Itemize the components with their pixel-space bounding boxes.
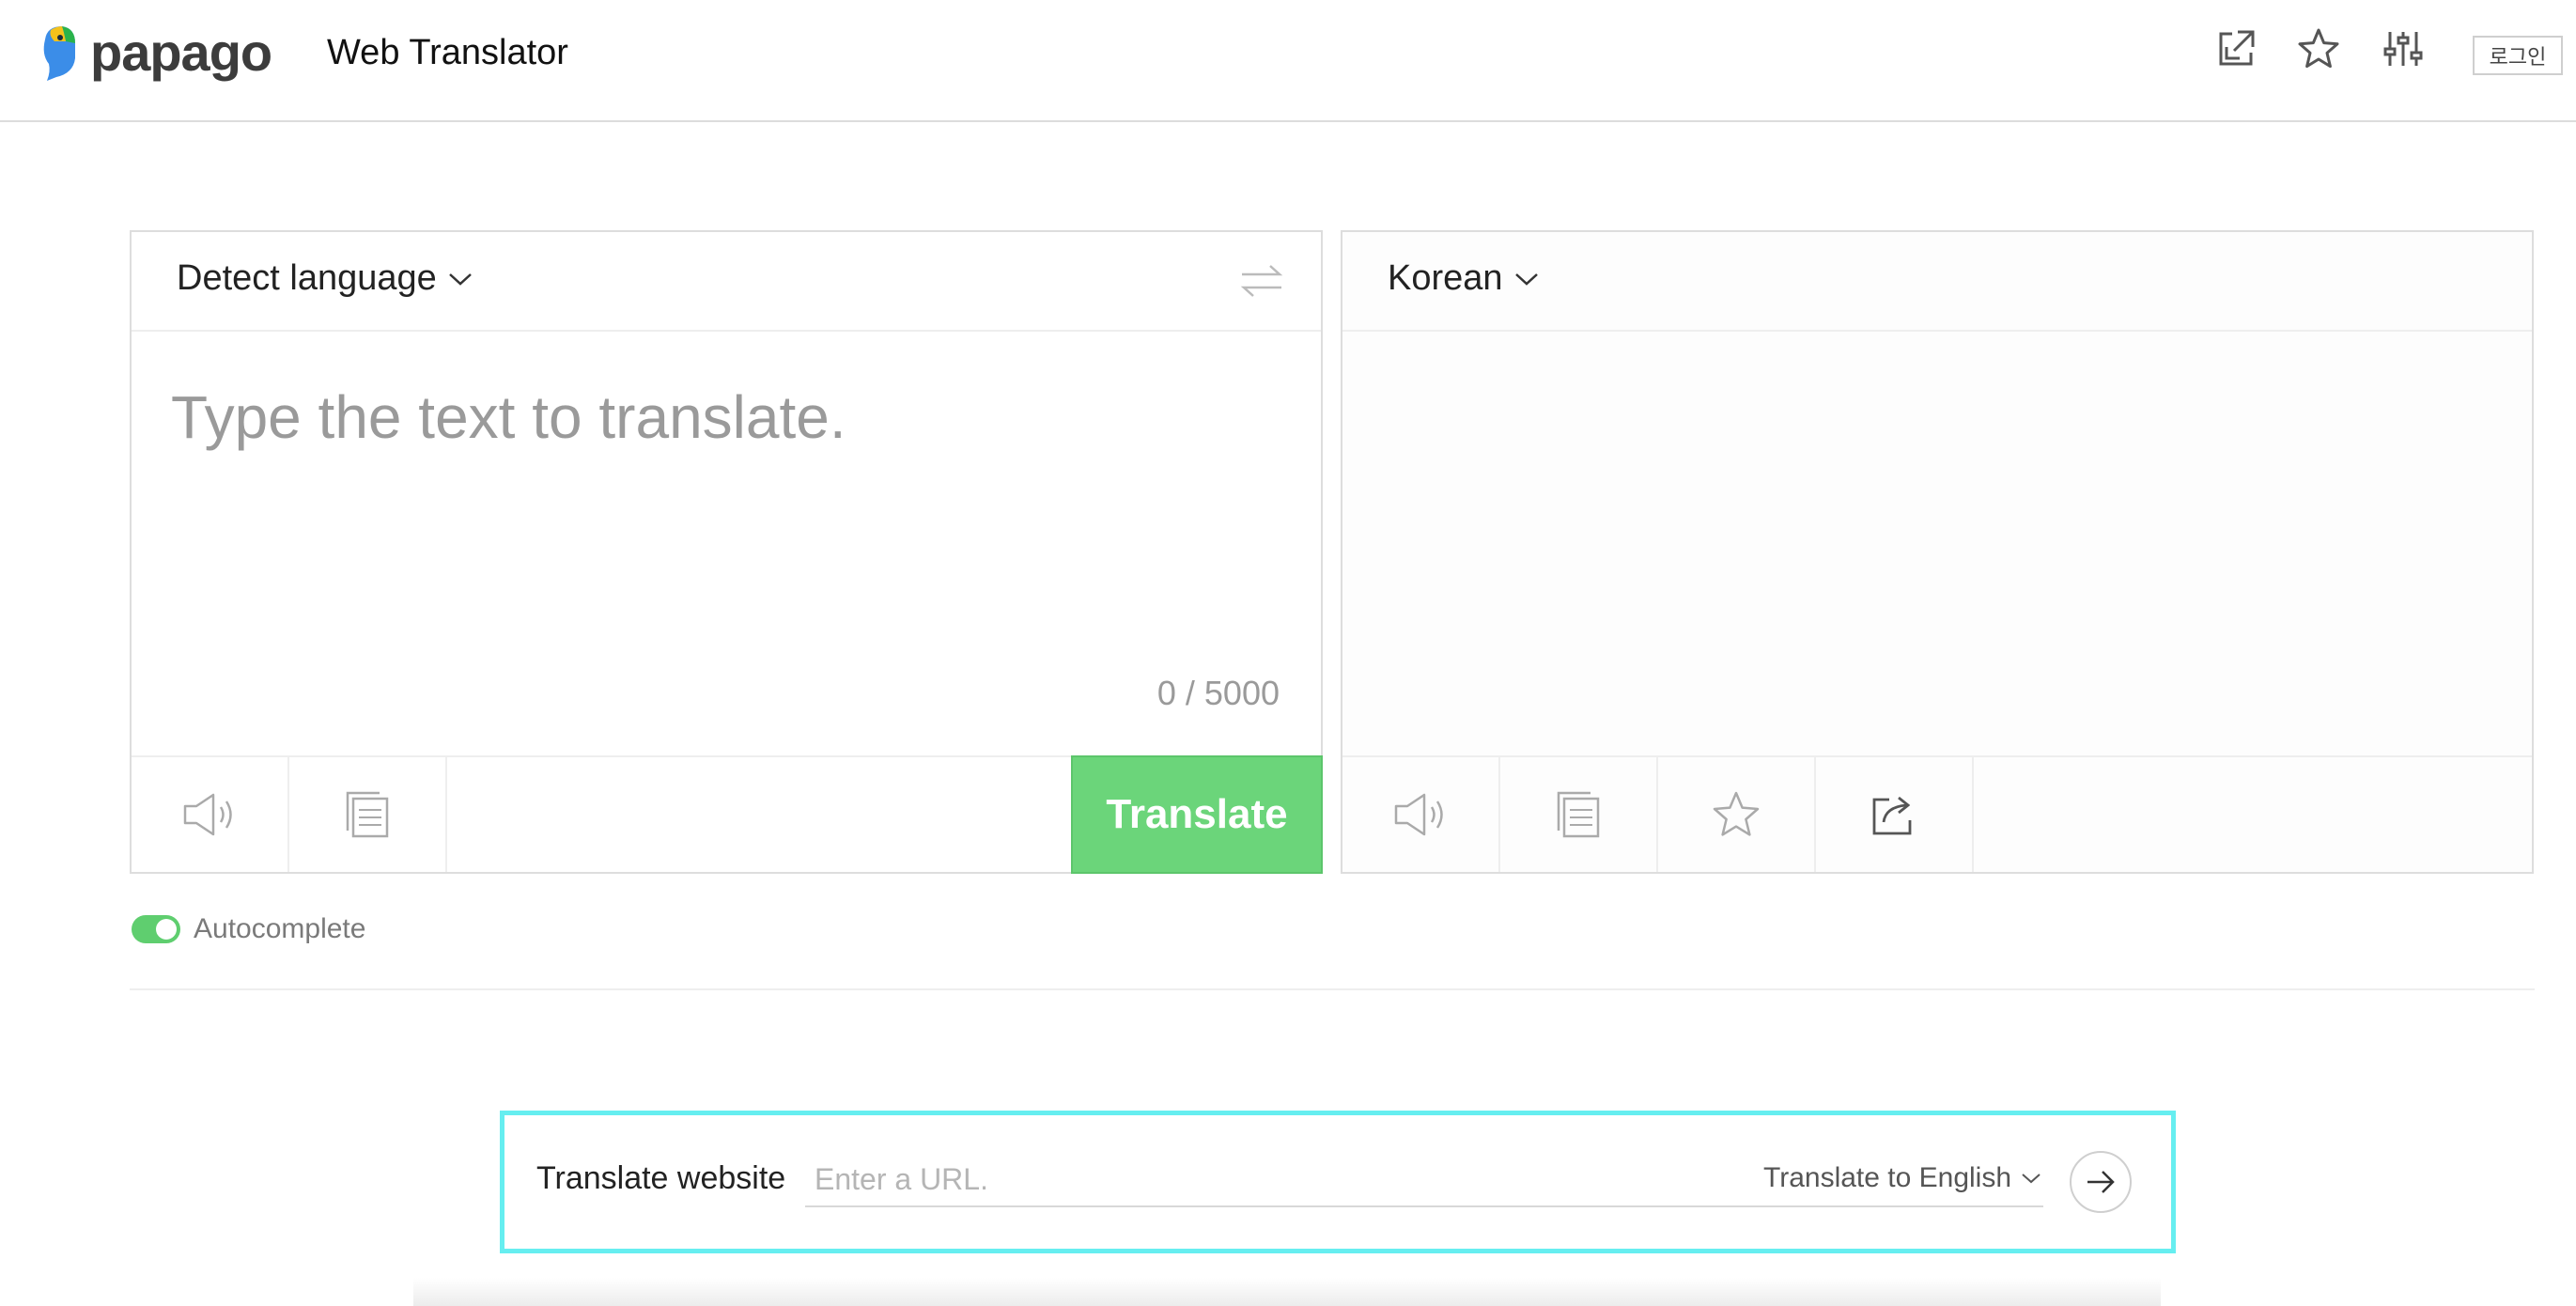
website-translate-box: Translate website Translate to English bbox=[500, 1111, 2176, 1253]
section-divider bbox=[130, 988, 2535, 990]
character-counter: 0 / 5000 bbox=[1156, 674, 1280, 712]
source-language-select[interactable]: Detect language bbox=[177, 258, 473, 299]
external-link-icon[interactable] bbox=[2213, 26, 2258, 71]
source-language-label: Detect language bbox=[177, 258, 437, 298]
source-panel: Detect language Type the text to transla… bbox=[130, 230, 1323, 874]
star-icon bbox=[1713, 791, 1760, 836]
copy-icon bbox=[1557, 791, 1600, 838]
target-listen-button[interactable] bbox=[1342, 757, 1500, 872]
target-panel-footer bbox=[1342, 755, 2532, 872]
bottom-shadow bbox=[413, 1278, 2161, 1306]
autocomplete-setting: Autocomplete bbox=[132, 913, 365, 945]
website-translate-label: Translate website bbox=[536, 1160, 786, 1196]
target-favorite-button[interactable] bbox=[1658, 757, 1816, 872]
chevron-down-icon bbox=[1514, 272, 1538, 286]
logo-text: papago bbox=[90, 22, 272, 82]
share-icon bbox=[1872, 796, 1912, 835]
papago-logo[interactable]: papago bbox=[38, 19, 272, 85]
autocomplete-toggle[interactable] bbox=[132, 915, 180, 943]
website-target-language-select[interactable]: Translate to English bbox=[1763, 1162, 2041, 1194]
source-copy-button[interactable] bbox=[289, 757, 447, 872]
chevron-down-icon bbox=[448, 272, 472, 286]
arrow-right-icon bbox=[2087, 1171, 2115, 1193]
target-share-button[interactable] bbox=[1816, 757, 1974, 872]
swap-languages-icon[interactable] bbox=[1238, 262, 1285, 300]
settings-sliders-icon[interactable] bbox=[2381, 26, 2426, 71]
chevron-down-icon bbox=[2022, 1174, 2041, 1184]
source-text-input[interactable]: Type the text to translate. bbox=[171, 382, 846, 452]
speaker-icon bbox=[1394, 793, 1443, 836]
target-copy-button[interactable] bbox=[1500, 757, 1658, 872]
target-language-select[interactable]: Korean bbox=[1388, 258, 1539, 299]
source-listen-button[interactable] bbox=[132, 757, 289, 872]
target-language-label: Korean bbox=[1388, 258, 1503, 298]
source-panel-header: Detect language bbox=[132, 232, 1321, 332]
parrot-logo-icon bbox=[43, 26, 75, 81]
speaker-icon bbox=[183, 793, 232, 836]
target-panel: Korean bbox=[1341, 230, 2534, 874]
translate-button[interactable]: Translate bbox=[1071, 755, 1323, 874]
copy-icon bbox=[346, 791, 389, 838]
translation-output bbox=[1342, 332, 2532, 755]
top-header: papago Web Translator 로그인 bbox=[0, 0, 2576, 122]
login-button[interactable]: 로그인 bbox=[2473, 36, 2563, 75]
star-icon[interactable] bbox=[2296, 26, 2341, 71]
page-title: Web Translator bbox=[327, 33, 568, 72]
target-panel-header: Korean bbox=[1342, 232, 2532, 332]
autocomplete-label: Autocomplete bbox=[194, 913, 366, 944]
website-translate-go-button[interactable] bbox=[2070, 1151, 2132, 1213]
website-target-language-label: Translate to English bbox=[1763, 1162, 2012, 1193]
